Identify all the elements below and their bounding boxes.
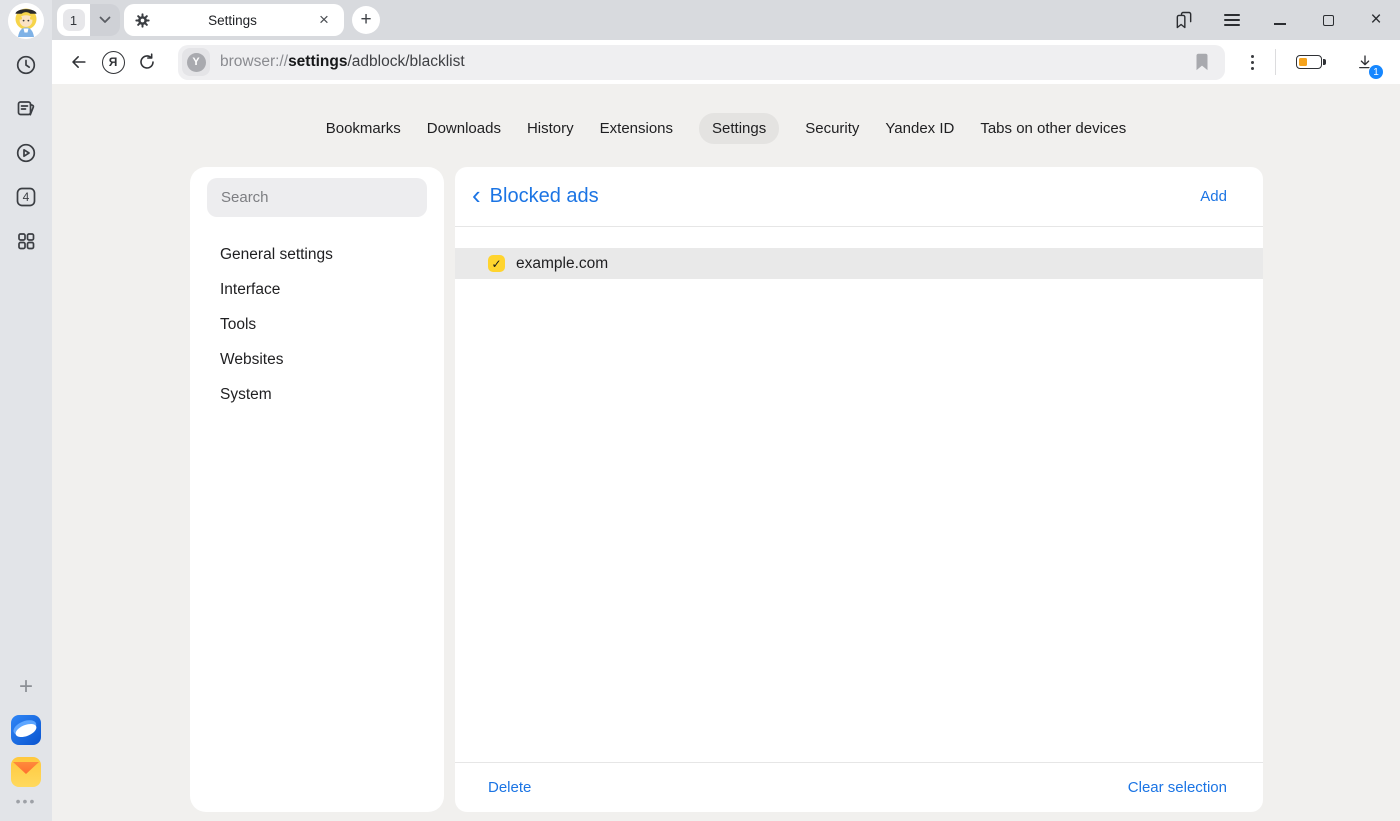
downloads-badge: 1 xyxy=(1368,64,1384,80)
tab-strip: 1 Settings × + xyxy=(52,0,1400,40)
url-path: /adblock/blacklist xyxy=(348,53,465,70)
list-top-gap xyxy=(455,227,1263,248)
blocked-ads-panel: ‹ Blocked ads Add ✓ example.com Delete C… xyxy=(455,167,1263,812)
address-bar[interactable]: Y browser://settings/adblock/blacklist xyxy=(178,45,1225,80)
nav-tab-downloads[interactable]: Downloads xyxy=(427,120,501,137)
protect-badge-icon[interactable]: Y xyxy=(182,48,210,76)
bookmark-icon[interactable] xyxy=(1189,49,1215,75)
blocked-ads-header: ‹ Blocked ads Add xyxy=(455,167,1263,226)
reload-button[interactable] xyxy=(130,45,164,79)
reload-icon xyxy=(137,52,157,72)
history-icon[interactable] xyxy=(4,43,48,87)
search-input[interactable] xyxy=(207,189,427,206)
sidebar-item-websites[interactable]: Websites xyxy=(190,342,444,377)
add-shortcut-icon[interactable]: + xyxy=(4,665,48,709)
back-arrow-icon xyxy=(69,52,89,72)
chevron-down-icon xyxy=(99,16,111,24)
back-button[interactable] xyxy=(62,45,96,79)
sidebar-item-tools[interactable]: Tools xyxy=(190,307,444,342)
tab-group-control[interactable]: 1 xyxy=(57,4,120,36)
tab-group-count-badge: 1 xyxy=(63,9,85,31)
tab-group-count[interactable]: 1 xyxy=(57,4,90,36)
sidebar-item-system[interactable]: System xyxy=(190,377,444,412)
clear-selection-button[interactable]: Clear selection xyxy=(1128,779,1227,796)
nav-tab-extensions[interactable]: Extensions xyxy=(600,120,673,137)
settings-search-box[interactable] xyxy=(207,178,427,217)
tab-count-icon[interactable]: 4 xyxy=(4,175,48,219)
rail-bottom-group: + ••• xyxy=(4,665,48,817)
feed-icon[interactable] xyxy=(4,87,48,131)
add-button[interactable]: Add xyxy=(1200,188,1227,205)
downloads-button[interactable]: 1 xyxy=(1348,45,1382,79)
blocked-site-row[interactable]: ✓ example.com xyxy=(455,248,1263,279)
tab-title: Settings xyxy=(151,13,314,28)
alice-avatar-icon xyxy=(8,3,44,39)
restore-icon[interactable] xyxy=(1304,0,1352,40)
url-scheme: browser:// xyxy=(220,53,288,70)
new-tab-button[interactable]: + xyxy=(352,6,380,34)
toolbar-divider xyxy=(1275,49,1276,75)
sidebar-item-interface[interactable]: Interface xyxy=(190,272,444,307)
nav-tab-security[interactable]: Security xyxy=(805,120,859,137)
delete-button[interactable]: Delete xyxy=(488,779,531,796)
blocked-domain-label: example.com xyxy=(516,255,608,273)
selection-actions-bar: Delete Clear selection xyxy=(455,763,1263,812)
tab-group-chevron[interactable] xyxy=(90,4,120,36)
disk-app-icon[interactable] xyxy=(11,715,41,745)
nav-tab-other-devices[interactable]: Tabs on other devices xyxy=(980,120,1126,137)
url-host: settings xyxy=(288,53,347,70)
minimize-icon[interactable] xyxy=(1256,0,1304,40)
nav-tab-yandex-id[interactable]: Yandex ID xyxy=(885,120,954,137)
settings-page: Bookmarks Downloads History Extensions S… xyxy=(52,84,1400,821)
nav-tab-bookmarks[interactable]: Bookmarks xyxy=(326,120,401,137)
menu-icon[interactable] xyxy=(1208,0,1256,40)
settings-section-list: General settings Interface Tools Website… xyxy=(190,237,444,412)
browser-toolbar: Я Y browser://settings/adblock/blacklist… xyxy=(52,40,1400,84)
tab-close-icon[interactable]: × xyxy=(314,10,334,30)
yandex-home-button[interactable]: Я xyxy=(96,45,130,79)
toolbar-more-icon[interactable] xyxy=(1235,45,1269,79)
nav-tab-settings[interactable]: Settings xyxy=(699,113,779,144)
yandex-logo-icon: Я xyxy=(102,51,125,74)
page-title: Blocked ads xyxy=(490,185,599,208)
protect-letter: Y xyxy=(187,53,206,72)
side-panel-icon[interactable] xyxy=(1160,0,1208,40)
back-chevron-icon[interactable]: ‹ xyxy=(472,185,481,208)
sidebar-item-general[interactable]: General settings xyxy=(190,237,444,272)
avatar[interactable] xyxy=(8,3,44,39)
rail-icon-group: 4 xyxy=(4,43,48,263)
settings-nav-tabs: Bookmarks Downloads History Extensions S… xyxy=(52,84,1400,144)
close-icon[interactable]: × xyxy=(1352,0,1400,40)
url-text[interactable]: browser://settings/adblock/blacklist xyxy=(220,53,1189,71)
browser-side-rail: 4 + ••• xyxy=(0,0,52,821)
tab-count-label: 4 xyxy=(23,190,30,204)
gear-icon xyxy=(134,12,151,29)
tab-settings[interactable]: Settings × xyxy=(124,4,344,36)
row-checkbox[interactable]: ✓ xyxy=(488,255,505,272)
nav-tab-history[interactable]: History xyxy=(527,120,574,137)
more-apps-icon[interactable]: ••• xyxy=(16,793,37,817)
window-controls: × xyxy=(1160,0,1400,40)
battery-icon[interactable] xyxy=(1296,55,1322,69)
list-empty-space xyxy=(455,279,1263,762)
bookmark-flag-icon xyxy=(1194,53,1210,71)
settings-sidebar-card: General settings Interface Tools Website… xyxy=(190,167,444,812)
play-circle-icon[interactable] xyxy=(4,131,48,175)
apps-grid-icon[interactable] xyxy=(4,219,48,263)
mail-app-icon[interactable] xyxy=(11,757,41,787)
